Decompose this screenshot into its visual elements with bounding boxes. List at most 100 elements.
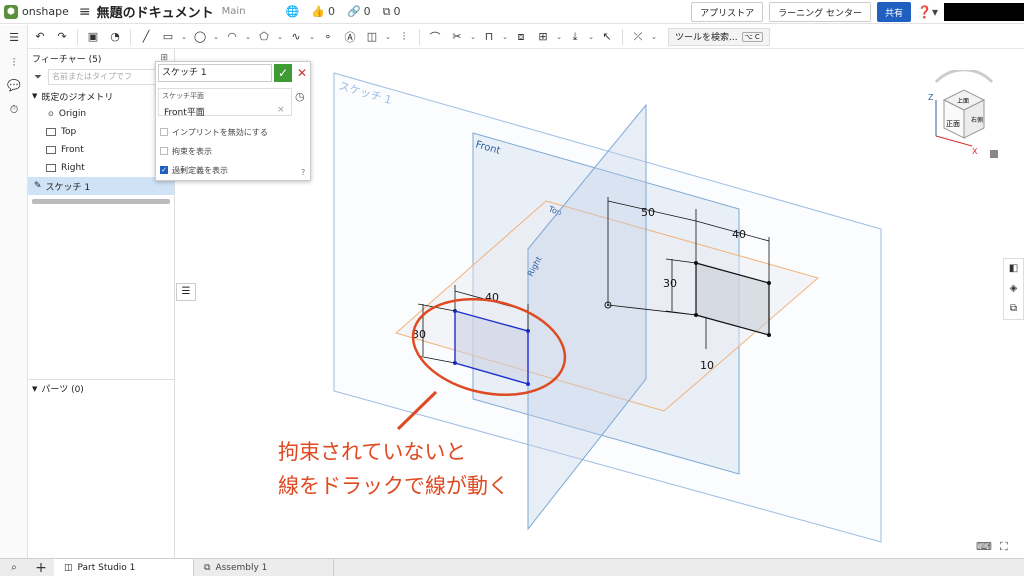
- tool-search-button[interactable]: ツールを検索... ⌥ C: [668, 27, 770, 46]
- document-title[interactable]: 無題のドキュメント: [97, 2, 214, 21]
- chevron-down-icon[interactable]: ⌄: [555, 33, 563, 41]
- dimension-30-right[interactable]: 30: [663, 277, 677, 290]
- view-options-icon[interactable]: [990, 150, 998, 158]
- axis-x-label: X: [972, 147, 978, 156]
- fillet-icon[interactable]: ⌒: [425, 27, 445, 47]
- feature-panel: フィーチャー (5) ⊞ ⏷ 名前またはタイプでフ ▼ 既定のジオメトリ ⊙ O…: [28, 49, 175, 558]
- help-icon[interactable]: ❓▾: [917, 5, 938, 19]
- tab-search-icon[interactable]: ⌕: [0, 562, 28, 573]
- view-cube[interactable]: 上面 正面 右側 Z X: [924, 70, 1004, 160]
- chevron-down-icon[interactable]: ⌄: [308, 33, 316, 41]
- show-constraints-checkbox[interactable]: 拘束を表示: [160, 145, 212, 157]
- dimension-10[interactable]: 10: [700, 359, 714, 372]
- checkbox[interactable]: [160, 147, 168, 155]
- construction-icon[interactable]: ◫: [362, 27, 382, 47]
- midpoint-icon[interactable]: ⫶: [394, 27, 414, 47]
- clear-plane-icon[interactable]: ×: [277, 105, 285, 115]
- constraint-icon[interactable]: ⤫: [628, 27, 648, 47]
- clock-icon[interactable]: ◷: [295, 90, 305, 103]
- comments-icon[interactable]: 💬: [7, 79, 21, 93]
- offset-icon[interactable]: ⊓: [479, 27, 499, 47]
- learning-center-button[interactable]: ラーニング センター: [769, 2, 872, 22]
- show-overdefined-checkbox[interactable]: ✓ 過剰定義を表示: [160, 164, 228, 176]
- trim-icon[interactable]: ✂: [447, 27, 467, 47]
- branch-name[interactable]: Main: [222, 6, 246, 17]
- feature-list-icon[interactable]: ☰: [7, 31, 21, 45]
- tab-assembly[interactable]: ⧉ Assembly 1: [194, 558, 334, 576]
- globe-icon[interactable]: 🌐: [286, 5, 300, 18]
- dimension-50[interactable]: 50: [641, 206, 655, 219]
- chevron-down-icon[interactable]: ⌄: [384, 33, 392, 41]
- keyboard-icon[interactable]: ⌨: [976, 540, 992, 553]
- toolbar: ↶ ↷ ▣ ◔ ╱ ▭ ⌄ ◯ ⌄ ◠ ⌄ ⬠ ⌄ ∿ ⌄ ∘ Ⓐ ◫ ⌄ ⫶ ⌒ ✂ ⌄ ⊓…: [0, 25, 1024, 49]
- share-button[interactable]: 共有: [877, 2, 912, 22]
- app-store-button[interactable]: アプリストア: [691, 2, 764, 22]
- import-icon[interactable]: ⤓: [565, 27, 585, 47]
- point-icon[interactable]: ∘: [318, 27, 338, 47]
- sketch-name-input[interactable]: スケッチ 1: [158, 64, 272, 82]
- link-count: 0: [363, 5, 371, 18]
- imprint-checkbox[interactable]: インプリントを無効にする: [160, 126, 268, 138]
- history-icon[interactable]: ⏱: [7, 103, 21, 117]
- tree-item-label: Top: [61, 127, 77, 137]
- sketch-plane-label: スケッチ平面: [162, 92, 204, 100]
- redo-icon[interactable]: ↷: [52, 27, 72, 47]
- spline-icon[interactable]: ∿: [286, 27, 306, 47]
- like-button[interactable]: 👍 0: [311, 5, 335, 18]
- tab-part-studio[interactable]: ◫ Part Studio 1: [54, 558, 194, 576]
- checkbox[interactable]: [160, 128, 168, 136]
- pattern-icon[interactable]: ⊞: [533, 27, 553, 47]
- chevron-down-icon[interactable]: ⌄: [212, 33, 220, 41]
- dimension-40-right[interactable]: 40: [732, 228, 746, 241]
- chevron-down-icon[interactable]: ⌄: [244, 33, 252, 41]
- tree-item-front[interactable]: Front: [28, 141, 174, 159]
- chevron-down-icon[interactable]: ⌄: [276, 33, 284, 41]
- rectangle-icon[interactable]: ▭: [158, 27, 178, 47]
- cancel-button[interactable]: ✕: [295, 64, 309, 82]
- assembly-icon: ⧉: [204, 562, 211, 573]
- help-icon[interactable]: ?: [301, 168, 305, 177]
- display-states-icon[interactable]: ◧: [1004, 259, 1023, 279]
- chevron-down-icon[interactable]: ⌄: [501, 33, 509, 41]
- checkbox-checked[interactable]: ✓: [160, 166, 168, 174]
- checkbox-label: インプリントを無効にする: [172, 127, 268, 137]
- checkbox-label: 拘束を表示: [172, 146, 212, 156]
- circle-icon[interactable]: ◯: [190, 27, 210, 47]
- add-tab-icon[interactable]: +: [28, 560, 54, 576]
- tree-item-right[interactable]: Right: [28, 159, 174, 177]
- copies-button[interactable]: ⧉ 0: [383, 5, 401, 19]
- view-normal-icon[interactable]: ◔: [105, 27, 125, 47]
- tree-item-default-geometry[interactable]: ▼ 既定のジオメトリ: [28, 87, 174, 105]
- mirror-icon[interactable]: ⧈: [511, 27, 531, 47]
- variables-icon[interactable]: ⫶: [7, 56, 21, 70]
- annotation-line-2: 線をドラックで線が動く: [278, 474, 509, 498]
- parts-list-header[interactable]: ▼ パーツ (0): [28, 379, 174, 397]
- dimension-icon[interactable]: ↖: [597, 27, 617, 47]
- feature-scrollbar[interactable]: [32, 199, 170, 204]
- tab-label: Part Studio 1: [77, 562, 136, 573]
- text-icon[interactable]: Ⓐ: [340, 27, 360, 47]
- logo[interactable]: ⬢ onshape: [4, 4, 69, 19]
- feature-filter-input[interactable]: 名前またはタイプでフ: [48, 69, 166, 85]
- links-button[interactable]: 🔗 0: [347, 5, 371, 18]
- tree-item-top[interactable]: Top: [28, 123, 174, 141]
- part-studio-icon: ◫: [64, 562, 73, 573]
- undo-icon[interactable]: ↶: [30, 27, 50, 47]
- account-redacted[interactable]: [944, 3, 1024, 21]
- menu-icon[interactable]: ≡: [79, 4, 91, 20]
- chevron-down-icon[interactable]: ⌄: [180, 33, 188, 41]
- tree-item-sketch[interactable]: ✎ スケッチ 1: [28, 177, 174, 195]
- chevron-down-icon[interactable]: ⌄: [650, 33, 658, 41]
- chevron-down-icon[interactable]: ⌄: [469, 33, 477, 41]
- fullscreen-icon[interactable]: ⛶: [1000, 540, 1008, 554]
- chevron-down-icon[interactable]: ⌄: [587, 33, 595, 41]
- filter-icon[interactable]: ⏷: [34, 72, 42, 83]
- section-view-icon[interactable]: ◈: [1004, 279, 1023, 299]
- line-icon[interactable]: ╱: [136, 27, 156, 47]
- sketch-icon[interactable]: ▣: [83, 27, 103, 47]
- accept-button[interactable]: ✓: [274, 64, 292, 82]
- arc-icon[interactable]: ◠: [222, 27, 242, 47]
- measure-icon[interactable]: ⧉: [1004, 299, 1023, 319]
- polygon-icon[interactable]: ⬠: [254, 27, 274, 47]
- tree-item-origin[interactable]: ⊙ Origin: [28, 105, 174, 123]
